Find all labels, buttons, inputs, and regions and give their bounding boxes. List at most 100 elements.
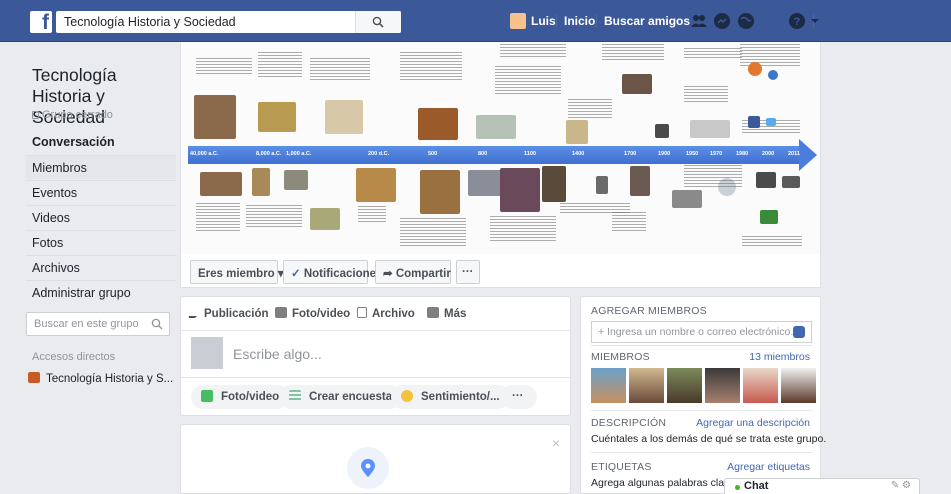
notifications-globe-icon[interactable]	[737, 12, 755, 30]
feeling-activity-chip[interactable]: Sentimiento/...	[391, 385, 510, 409]
member-avatar[interactable]	[705, 368, 740, 403]
timeline-tick-label: 1400	[572, 151, 585, 157]
timeline-photo	[468, 170, 504, 196]
home-link[interactable]: Inicio	[564, 14, 595, 28]
timeline-photo	[284, 170, 308, 190]
timeline-photo	[252, 168, 270, 196]
share-button[interactable]: ➦ Compartir	[375, 260, 451, 284]
search-input[interactable]: Tecnología Historia y Sociedad	[56, 11, 401, 33]
timeline-caption	[612, 212, 646, 232]
nav-photos[interactable]: Fotos	[26, 230, 176, 254]
timeline-tick-label: 1950	[686, 151, 699, 157]
timeline-photo	[500, 168, 540, 212]
photo-icon	[201, 390, 213, 402]
timeline-caption	[568, 99, 612, 119]
close-icon[interactable]: ×	[552, 435, 560, 451]
messages-icon[interactable]	[713, 12, 731, 30]
account-menu-caret-icon[interactable]	[810, 12, 820, 30]
nav-events[interactable]: Eventos	[26, 180, 176, 204]
members-heading[interactable]: MIEMBROS	[591, 351, 650, 363]
add-tags-link[interactable]: Agregar etiquetas	[727, 461, 810, 473]
shortcut-group-link[interactable]: Tecnología Historia y S...	[28, 372, 173, 385]
timeline-photo	[566, 120, 588, 144]
chat-bar[interactable]: Chat ✎ ⚙	[724, 478, 920, 494]
tab-file[interactable]: Archivo	[357, 307, 415, 320]
chat-label: Chat	[744, 480, 769, 492]
nav-conversation[interactable]: Conversación	[26, 130, 176, 154]
timeline-caption	[196, 58, 252, 74]
member-status-button[interactable]: Eres miembro ▾	[190, 260, 284, 284]
search-button[interactable]	[355, 11, 401, 33]
tab-more[interactable]: Más	[427, 307, 466, 320]
svg-text:?: ?	[794, 16, 801, 28]
group-search-placeholder: Buscar en este grupo	[34, 318, 139, 330]
timeline-tick-label: 500	[428, 151, 438, 157]
member-avatar[interactable]	[591, 368, 626, 403]
member-avatar[interactable]	[781, 368, 816, 403]
timeline-caption	[740, 44, 800, 66]
timeline-photo	[782, 176, 800, 188]
description-text: Cuéntales a los demás de qué se trata es…	[591, 433, 827, 445]
group-search-input[interactable]: Buscar en este grupo	[26, 312, 170, 336]
timeline-photo	[200, 172, 242, 196]
facebook-logo-icon[interactable]: f	[30, 11, 52, 34]
group-info-panel: AGREGAR MIEMBROS + Ingresa un nombre o c…	[580, 296, 826, 494]
nav-files[interactable]: Archivos	[26, 255, 176, 279]
create-poll-chip[interactable]: Crear encuesta	[279, 385, 403, 409]
timeline-tick-label: 2011	[788, 151, 800, 157]
timeline-caption	[742, 236, 802, 246]
timeline-photo	[655, 124, 669, 138]
add-members-input[interactable]: + Ingresa un nombre o correo electrónico…	[591, 321, 812, 343]
timeline-caption	[358, 206, 386, 222]
timeline-photo	[325, 100, 363, 134]
profile-avatar[interactable]	[510, 13, 526, 29]
photo-icon	[275, 307, 287, 318]
shortcuts-heading: Accesos directos	[32, 351, 116, 363]
add-description-link[interactable]: Agregar una descripción	[696, 417, 810, 429]
messenger-icon	[793, 326, 805, 338]
timeline-tick-label: 1970	[710, 151, 723, 157]
tab-photo-video[interactable]: Foto/video	[275, 307, 350, 320]
group-action-bar: Eres miembro ▾ ✓ Notificaciones ➦ Compar…	[180, 254, 821, 288]
photo-video-chip[interactable]: Foto/video	[191, 385, 290, 409]
more-options-button[interactable]: ···	[456, 260, 480, 284]
composer-text-input[interactable]: Escribe algo...	[233, 346, 322, 362]
panel-divider	[591, 410, 812, 411]
timeline-photo	[672, 190, 702, 208]
help-icon[interactable]: ?	[788, 12, 806, 30]
nav-manage-group[interactable]: Administrar grupo	[26, 280, 176, 304]
timeline-caption	[196, 203, 240, 231]
timeline-tick-label: 1,000 a.C.	[286, 151, 312, 157]
timeline-photo	[356, 168, 396, 202]
member-avatar[interactable]	[629, 368, 664, 403]
friend-requests-icon[interactable]	[690, 12, 708, 30]
timeline-caption	[495, 66, 561, 94]
member-avatar[interactable]	[743, 368, 778, 403]
timeline-photo	[418, 108, 458, 140]
timeline-caption	[500, 44, 566, 58]
file-icon	[357, 307, 367, 318]
members-count-link[interactable]: 13 miembros	[749, 351, 810, 363]
nav-members[interactable]: Miembros	[26, 155, 176, 179]
timeline-arrowhead	[799, 139, 817, 171]
nav-videos[interactable]: Videos	[26, 205, 176, 229]
chat-settings-icon[interactable]: ✎ ⚙	[891, 480, 911, 491]
group-privacy-label: Grupo cerrado	[32, 109, 113, 121]
timeline-photo	[768, 70, 778, 80]
member-avatar[interactable]	[667, 368, 702, 403]
tab-post[interactable]: Publicación	[187, 307, 269, 320]
profile-link[interactable]: Luis	[531, 14, 556, 28]
find-friends-link[interactable]: Buscar amigos	[604, 14, 690, 28]
composer-avatar	[191, 337, 223, 369]
location-pin-icon	[347, 447, 389, 489]
timeline-photo	[194, 95, 236, 139]
timeline-tick-label: 200 d.C.	[368, 151, 390, 157]
smiley-icon	[401, 390, 413, 402]
post-composer: Publicación Foto/video Archivo Más Escri…	[180, 296, 572, 416]
timeline-caption	[684, 86, 728, 102]
more-chip[interactable]: ···	[501, 385, 537, 409]
timeline-photo	[542, 166, 566, 202]
poll-icon	[289, 390, 301, 402]
search-input-value[interactable]: Tecnología Historia y Sociedad	[64, 15, 236, 29]
notifications-button[interactable]: ✓ Notificaciones	[283, 260, 382, 284]
